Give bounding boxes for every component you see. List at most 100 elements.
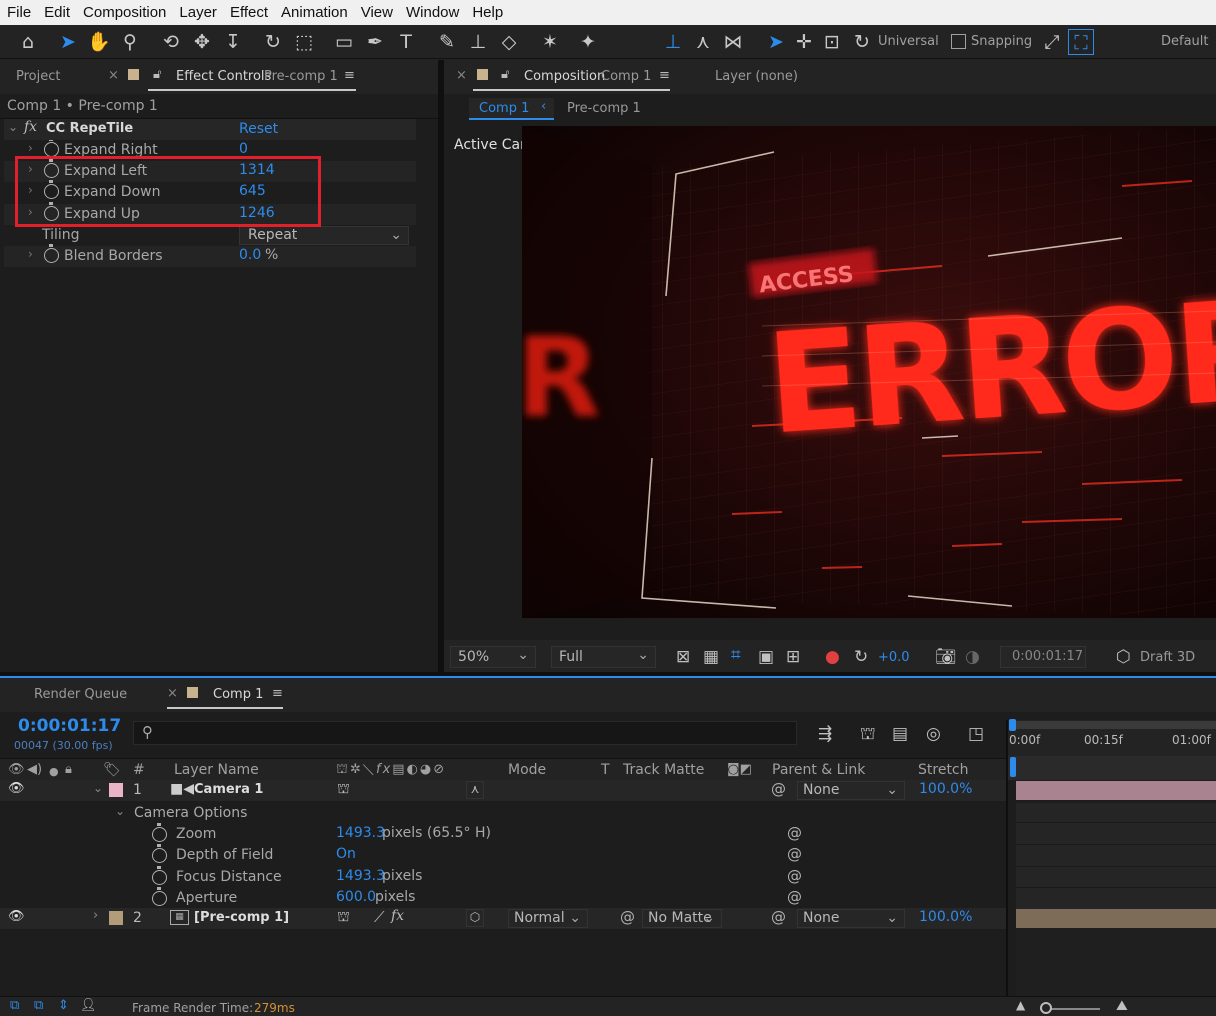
layer-bar-camera[interactable] (1016, 781, 1216, 800)
param-row[interactable]: › Blend Borders 0.0 % (4, 244, 416, 267)
universal-label[interactable]: Universal (878, 34, 939, 49)
menu-help[interactable]: Help (465, 4, 509, 21)
param-value[interactable]: 0.0 (239, 247, 261, 263)
lock-header-icon[interactable]: 🔒︎ (65, 762, 72, 777)
zoom-out-icon[interactable]: ▲ (1016, 998, 1025, 1012)
rectangle-tool-icon[interactable]: ▭ (331, 29, 357, 55)
tab-project[interactable]: Project (16, 69, 60, 84)
property-row[interactable]: Zoom 1493.3 pixels (65.5° H) @ (0, 823, 1006, 845)
chevron-down-icon[interactable]: ⌄ (93, 781, 103, 795)
zoom-in-icon[interactable]: ⛰ (1116, 998, 1128, 1014)
pick-whip-icon[interactable]: @ (620, 908, 635, 926)
3d-layer-icon[interactable]: ⋏ (466, 781, 484, 799)
timecode-display[interactable]: 0:00:01:17 (1000, 646, 1086, 668)
type-tool-icon[interactable]: T (393, 29, 419, 55)
3d-select-icon[interactable]: ➤ (763, 29, 789, 55)
mode-dropdown[interactable]: Normal ⌄ (508, 909, 588, 928)
stopwatch-icon[interactable] (152, 844, 167, 863)
stretch-header[interactable]: Stretch (918, 762, 969, 778)
tab-composition[interactable]: Composition (524, 69, 605, 84)
rotation-tool-icon[interactable]: ↻ (260, 29, 286, 55)
snapping-label[interactable]: Snapping (971, 34, 1032, 49)
eye-icon[interactable]: 👁︎ (8, 909, 25, 924)
menu-edit[interactable]: Edit (37, 4, 76, 21)
graph-editor-icon[interactable]: ◳ (968, 724, 984, 744)
pen-tool-icon[interactable]: ✒ (362, 29, 388, 55)
current-time-indicator[interactable] (1010, 757, 1016, 777)
stopwatch-icon[interactable] (44, 244, 59, 263)
magnification-dropdown[interactable]: 50% ⌄ (450, 646, 536, 668)
work-area-bar[interactable] (1012, 721, 1216, 729)
home-icon[interactable]: ⌂ (15, 29, 41, 55)
matte-switch-header-icon[interactable]: ◙◩ (727, 762, 752, 777)
table-row[interactable]: 👁︎ › 2 ▦ [Pre-comp 1] ⛫ ⟋ fx ⬡ Normal ⌄ @… (0, 908, 1006, 929)
3d-layer-icon[interactable]: ⬡ (466, 909, 484, 927)
stopwatch-icon[interactable] (44, 140, 59, 157)
switches-header-icons[interactable]: ⛫✲⟍fx▤◐◕⊘ (336, 762, 446, 779)
shy-switch-icon[interactable]: ⛫ (337, 781, 350, 799)
renderer-icon[interactable]: ⬡ (1116, 647, 1131, 667)
menu-window[interactable]: Window (399, 4, 465, 21)
label-color-swatch[interactable] (109, 911, 123, 925)
pan-camera-icon[interactable]: ✥ (189, 29, 215, 55)
tab-layer[interactable]: Layer (none) (715, 69, 798, 84)
region-of-interest-icon[interactable]: ▣ (758, 647, 774, 667)
menu-layer[interactable]: Layer (172, 4, 223, 21)
audio-header-icon[interactable]: ◀) (27, 762, 42, 777)
roto-brush-icon[interactable]: ✶ (537, 29, 563, 55)
transfer-controls-icon[interactable]: ⧉ (34, 998, 43, 1013)
chevron-right-icon[interactable]: › (93, 908, 98, 923)
in-out-icon[interactable]: ⇕ (58, 998, 69, 1013)
transparency-grid-icon[interactable]: ▦ (703, 647, 719, 667)
workspace-default[interactable]: Default (1161, 34, 1209, 49)
hand-tool-icon[interactable]: ✋ (86, 29, 112, 55)
draft-3d-icon[interactable]: ⛫ (860, 724, 876, 746)
property-row[interactable]: Depth of Field On @ (0, 844, 1006, 866)
quality-switch-icon[interactable]: ⟋ (374, 908, 385, 926)
layer-switches-icon[interactable]: ⧉ (10, 998, 19, 1013)
pick-whip-icon[interactable]: @ (771, 908, 786, 926)
table-row[interactable]: 👁︎ ⌄ 1 ■◀ Camera 1 ⛫ ⋏ @ None ⌄ 100.0% (0, 780, 1006, 801)
shy-switch-icon[interactable]: ⛫ (337, 909, 350, 927)
stretch-value[interactable]: 100.0% (919, 909, 972, 925)
track-matte-dropdown[interactable]: No Matte ⌄ (642, 909, 722, 928)
tab-effect-target[interactable]: Pre-comp 1 (264, 69, 338, 84)
parent-header[interactable]: Parent & Link (772, 762, 865, 778)
menu-file[interactable]: File (0, 4, 37, 21)
clone-stamp-icon[interactable]: ⊥ (465, 29, 491, 55)
brush-tool-icon[interactable]: ✎ (434, 29, 460, 55)
mode-header[interactable]: Mode (508, 762, 546, 778)
chevron-right-icon[interactable]: › (28, 247, 33, 261)
resolution-dropdown[interactable]: Full ⌄ (551, 646, 656, 668)
property-value[interactable]: 1493.3 (336, 868, 385, 884)
renderer-label[interactable]: Draft 3D (1140, 650, 1195, 665)
param-value[interactable]: 0 (239, 141, 248, 157)
exposure-value[interactable]: +0.0 (878, 650, 910, 665)
3d-move-icon[interactable]: ✛ (791, 29, 817, 55)
selection-tool-icon[interactable]: ➤ (55, 29, 81, 55)
parent-dropdown[interactable]: None ⌄ (797, 909, 905, 928)
panel-menu-icon[interactable]: ≡ (344, 68, 355, 83)
reset-exposure-icon[interactable]: ↻ (854, 647, 868, 667)
visibility-header-icon[interactable]: 👁︎ (8, 762, 25, 777)
search-input[interactable]: ⚲ (133, 721, 797, 745)
chevron-down-icon[interactable]: ⌄ (8, 120, 18, 134)
frame-blending-icon[interactable]: ▤ (892, 724, 908, 744)
expand-icon[interactable]: ⛶ (1068, 29, 1094, 55)
dolly-camera-icon[interactable]: ↧ (220, 29, 246, 55)
property-value[interactable]: On (336, 846, 356, 862)
menu-animation[interactable]: Animation (274, 4, 354, 21)
stretch-value[interactable]: 100.0% (919, 781, 972, 797)
tab-comp-name[interactable]: Comp 1 (601, 69, 651, 84)
show-snapshot-icon[interactable]: ◑ (965, 647, 980, 667)
snap-options-icon[interactable]: ⤢ (1039, 29, 1065, 55)
pick-whip-icon[interactable]: @ (787, 845, 802, 863)
num-header[interactable]: # (133, 762, 145, 778)
menu-composition[interactable]: Composition (76, 4, 172, 21)
camera-options-row[interactable]: ⌄ Camera Options (0, 803, 1006, 824)
zoom-tool-icon[interactable]: ⚲ (117, 29, 143, 55)
snapping-checkbox[interactable] (951, 34, 966, 49)
effect-header-row[interactable]: ⌄ fx CC RepeTile Reset (4, 119, 416, 140)
stopwatch-icon[interactable] (152, 887, 167, 906)
view-axis-icon[interactable]: ⋈ (720, 29, 746, 55)
